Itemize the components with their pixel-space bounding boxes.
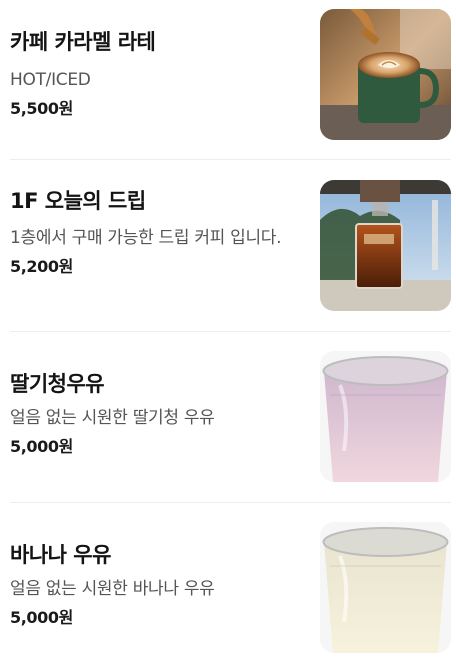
menu-item-description: 1층에서 구매 가능한 드립 커피 입니다. [10, 228, 282, 248]
strawberry-milk-photo [320, 351, 451, 482]
menu-list: 카페 카라멜 라테 HOT/ICED 5,500원 1F 오늘의 드립 1층에서… [0, 0, 456, 672]
menu-item-description: 얼음 없는 시원한 딸기청 우유 [10, 408, 215, 428]
banana-milk-photo [320, 522, 451, 653]
menu-item-text: 바나나 우유 얼음 없는 시원한 바나나 우유 5,000원 [10, 522, 300, 653]
divider [10, 331, 451, 332]
menu-item-name: 바나나 우유 [10, 543, 111, 567]
menu-item-price: 5,000원 [10, 437, 73, 456]
menu-item-text: 딸기청우유 얼음 없는 시원한 딸기청 우유 5,000원 [10, 351, 300, 482]
menu-item-price: 5,000원 [10, 608, 73, 627]
menu-item[interactable]: 카페 카라멜 라테 HOT/ICED 5,500원 [10, 9, 451, 140]
divider [10, 502, 451, 503]
menu-item-price: 5,200원 [10, 257, 73, 276]
menu-item-name: 카페 카라멜 라테 [10, 30, 156, 54]
menu-item-name: 1F 오늘의 드립 [10, 189, 146, 213]
menu-item-description: HOT/ICED [10, 70, 91, 90]
menu-item[interactable]: 1F 오늘의 드립 1층에서 구매 가능한 드립 커피 입니다. 5,200원 [10, 180, 451, 311]
menu-item[interactable]: 딸기청우유 얼음 없는 시원한 딸기청 우유 5,000원 [10, 351, 451, 482]
menu-item-description: 얼음 없는 시원한 바나나 우유 [10, 579, 215, 599]
menu-item-text: 카페 카라멜 라테 HOT/ICED 5,500원 [10, 9, 300, 140]
menu-item-name: 딸기청우유 [10, 372, 105, 396]
menu-item[interactable]: 바나나 우유 얼음 없는 시원한 바나나 우유 5,000원 [10, 522, 451, 653]
latte-photo [320, 9, 451, 140]
menu-item-text: 1F 오늘의 드립 1층에서 구매 가능한 드립 커피 입니다. 5,200원 [10, 180, 300, 311]
drip-coffee-photo [320, 180, 451, 311]
divider [10, 159, 451, 160]
menu-item-price: 5,500원 [10, 99, 73, 118]
